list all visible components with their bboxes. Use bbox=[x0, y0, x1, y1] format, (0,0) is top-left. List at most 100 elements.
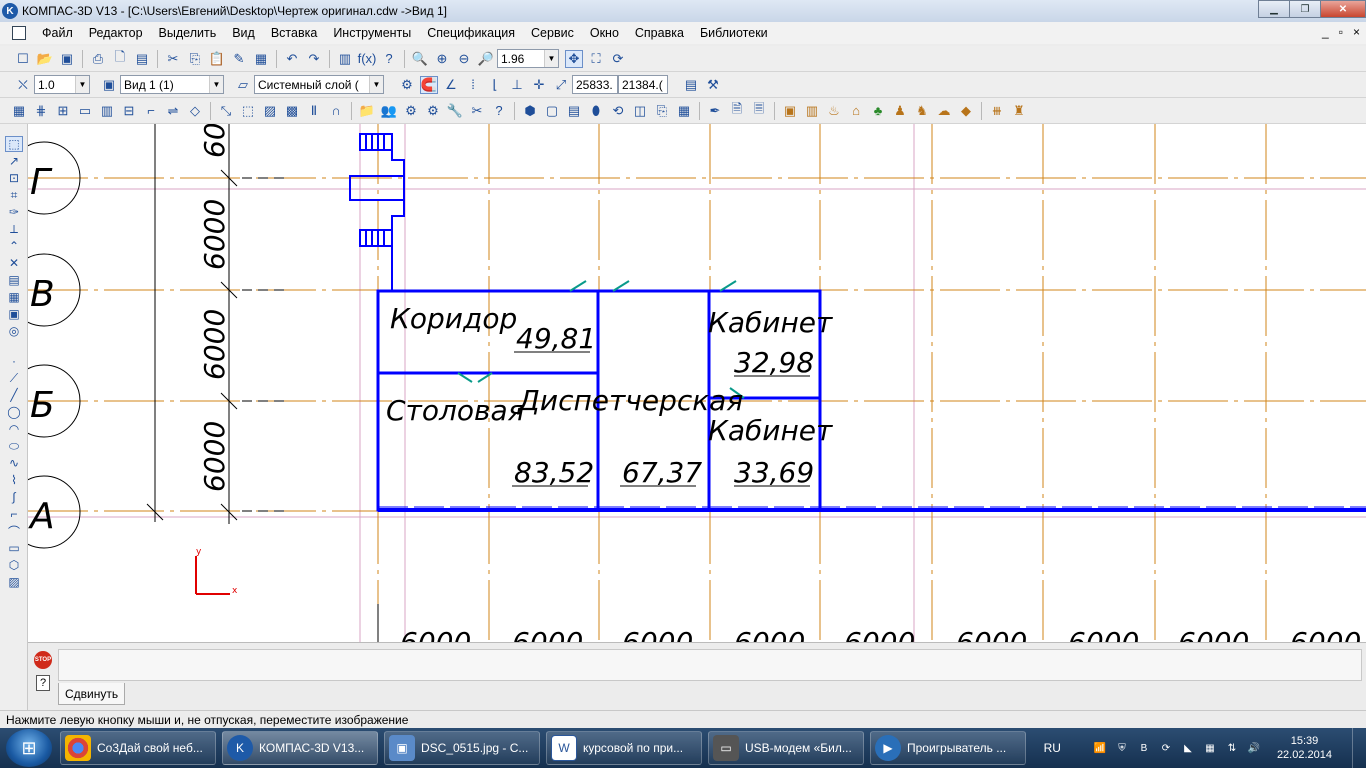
variables-icon[interactable]: ▥ bbox=[336, 50, 354, 68]
geometry-panel-icon[interactable]: ⬚ bbox=[5, 136, 23, 152]
lamp-icon[interactable]: ♨ bbox=[825, 102, 843, 120]
chevron-down-icon[interactable]: ▼ bbox=[544, 50, 558, 67]
task-kompas[interactable]: K КОМПАС-3D V13... bbox=[222, 731, 378, 765]
mdi-minimize-button[interactable]: _ bbox=[1322, 25, 1329, 39]
segment-icon[interactable]: ╱ bbox=[5, 387, 23, 403]
chamfer-icon[interactable]: ⌐ bbox=[5, 506, 23, 522]
shoe-icon[interactable]: ◆ bbox=[957, 102, 975, 120]
zoom-window-icon[interactable]: 🔍 bbox=[411, 50, 429, 68]
pen-icon[interactable]: ✒ bbox=[706, 102, 724, 120]
chevron-down-icon[interactable]: ▼ bbox=[209, 76, 223, 93]
people-icon[interactable]: 👥 bbox=[380, 102, 398, 120]
grid-lines-icon[interactable]: ▦ bbox=[10, 102, 28, 120]
context-help-icon[interactable]: ? bbox=[380, 50, 398, 68]
task-media-player[interactable]: ▶ Проигрыватель ... bbox=[870, 731, 1026, 765]
axes-icon[interactable]: ⋕ bbox=[32, 102, 50, 120]
window-element-icon[interactable]: ⊟ bbox=[120, 102, 138, 120]
chair-icon[interactable]: ♜ bbox=[1010, 102, 1028, 120]
furniture-icon[interactable]: ▣ bbox=[781, 102, 799, 120]
zoom-combo[interactable]: 1.96 ▼ bbox=[497, 49, 559, 68]
bezier-icon[interactable]: ∫ bbox=[5, 489, 23, 505]
network-tray-icon[interactable]: 📶 bbox=[1092, 740, 1108, 756]
report-icon[interactable]: ▤ bbox=[682, 76, 700, 94]
zoom-in-icon[interactable]: ⊕ bbox=[433, 50, 451, 68]
task-usb-modem[interactable]: ▭ USB-модем «Бил... bbox=[708, 731, 864, 765]
leader-icon[interactable]: ⬚ bbox=[239, 102, 257, 120]
person-icon[interactable]: ♟ bbox=[891, 102, 909, 120]
show-all-icon[interactable]: ⛶ bbox=[587, 50, 605, 68]
help-lib-icon[interactable]: ? bbox=[490, 102, 508, 120]
cube-icon[interactable]: ⬢ bbox=[521, 102, 539, 120]
drawing-canvas[interactable]: Г В Б А 600 6000 6000 6000 Коридор 49,81… bbox=[28, 124, 1366, 642]
menu-libraries[interactable]: Библиотеки bbox=[692, 26, 776, 40]
menu-file[interactable]: Файл bbox=[34, 26, 81, 40]
copy-lib-icon[interactable]: ⎘ bbox=[653, 102, 671, 120]
language-indicator[interactable]: RU bbox=[1044, 741, 1061, 755]
fragment-panel-icon[interactable]: ▣ bbox=[5, 306, 23, 322]
menu-insert[interactable]: Вставка bbox=[263, 26, 325, 40]
close-button[interactable]: ✕ bbox=[1320, 0, 1366, 18]
menu-select[interactable]: Выделить bbox=[151, 26, 225, 40]
task-photo-viewer[interactable]: ▣ DSC_0515.jpg - С... bbox=[384, 731, 540, 765]
param-panel-icon[interactable]: ✑ bbox=[5, 204, 23, 220]
refresh-icon[interactable]: ⟳ bbox=[609, 50, 627, 68]
reports-panel-icon[interactable]: ▤ bbox=[5, 272, 23, 288]
start-button[interactable]: ⊞ bbox=[6, 729, 52, 767]
menu-specification[interactable]: Спецификация bbox=[419, 26, 523, 40]
display-tray-icon[interactable]: ▦ bbox=[1202, 740, 1218, 756]
redo-icon[interactable]: ↷ bbox=[305, 50, 323, 68]
diamond-icon[interactable]: ◇ bbox=[186, 102, 204, 120]
point-icon[interactable]: · bbox=[5, 353, 23, 369]
maximize-button[interactable]: ❐ bbox=[1289, 0, 1321, 18]
doc2-lib-icon[interactable]: 🗏 bbox=[750, 101, 768, 120]
open-folder-icon[interactable]: 📂 bbox=[36, 50, 54, 68]
layout-icon[interactable]: ⊞ bbox=[54, 102, 72, 120]
hatch-icon[interactable]: ▨ bbox=[261, 102, 279, 120]
connection-tray-icon[interactable]: ⇅ bbox=[1224, 740, 1240, 756]
dimensions-panel-icon[interactable]: ↗ bbox=[5, 153, 23, 169]
chevron-down-icon[interactable]: ▼ bbox=[369, 76, 383, 93]
frame-icon[interactable]: ▢ bbox=[543, 102, 561, 120]
edit-panel-icon[interactable]: ⌗ bbox=[5, 187, 23, 203]
vk-tray-icon[interactable]: B bbox=[1136, 740, 1152, 756]
measure-panel-icon[interactable]: ⟂ bbox=[5, 221, 23, 237]
antivirus-tray-icon[interactable]: ⛨ bbox=[1114, 740, 1130, 756]
parameters-icon[interactable]: ⚙ bbox=[398, 76, 416, 94]
rectangle-icon[interactable]: ▭ bbox=[5, 540, 23, 556]
wall-icon[interactable]: ▭ bbox=[76, 102, 94, 120]
chevron-down-icon[interactable]: ▼ bbox=[75, 76, 89, 93]
circle-icon[interactable]: ◯ bbox=[5, 404, 23, 420]
insert-panel-icon[interactable]: ▦ bbox=[5, 289, 23, 305]
spline-icon[interactable]: ∿ bbox=[5, 455, 23, 471]
aux-line-icon[interactable]: ⟋ bbox=[5, 370, 23, 386]
mdi-close-button[interactable]: × bbox=[1353, 25, 1360, 39]
stamp-icon[interactable]: ▩ bbox=[283, 102, 301, 120]
task-word[interactable]: W курсовой по при... bbox=[546, 731, 702, 765]
ellipse-icon[interactable]: ⬭ bbox=[5, 438, 23, 454]
menu-view[interactable]: Вид bbox=[224, 26, 263, 40]
menu-help[interactable]: Справка bbox=[627, 26, 692, 40]
pillar-icon[interactable]: Ⅱ bbox=[305, 102, 323, 120]
local-cs-icon[interactable]: ⌊ bbox=[486, 76, 504, 94]
nvidia-tray-icon[interactable]: ◣ bbox=[1180, 740, 1196, 756]
document-icon[interactable] bbox=[12, 26, 26, 40]
panel-icon[interactable]: ▤ bbox=[565, 102, 583, 120]
arc-icon[interactable]: ◠ bbox=[5, 421, 23, 437]
polyline-icon[interactable]: ⌇ bbox=[5, 472, 23, 488]
house-icon[interactable]: ⌂ bbox=[847, 102, 865, 120]
cursor-coords-icon[interactable]: ✛ bbox=[530, 76, 548, 94]
grid-icon[interactable]: ⁞ bbox=[464, 76, 482, 94]
rotate-icon[interactable]: ⟲ bbox=[609, 102, 627, 120]
doc-lib-icon[interactable]: 🗎 bbox=[728, 101, 746, 120]
zoom-out-icon[interactable]: ⊖ bbox=[455, 50, 473, 68]
stop-button[interactable]: STOP bbox=[34, 651, 52, 669]
ortho-mode-icon[interactable]: ⊥ bbox=[508, 76, 526, 94]
menu-window[interactable]: Окно bbox=[582, 26, 627, 40]
stair-icon[interactable]: ⇌ bbox=[164, 102, 182, 120]
save-icon[interactable]: ▣ bbox=[58, 50, 76, 68]
tab-move[interactable]: Сдвинуть bbox=[58, 683, 126, 705]
pan-icon[interactable]: ✥ bbox=[565, 49, 583, 68]
step-icon[interactable]: ⛌ bbox=[14, 76, 32, 94]
cut-icon[interactable]: ✂ bbox=[164, 50, 182, 68]
layer-combo[interactable]: Системный слой ( ▼ bbox=[254, 75, 384, 94]
